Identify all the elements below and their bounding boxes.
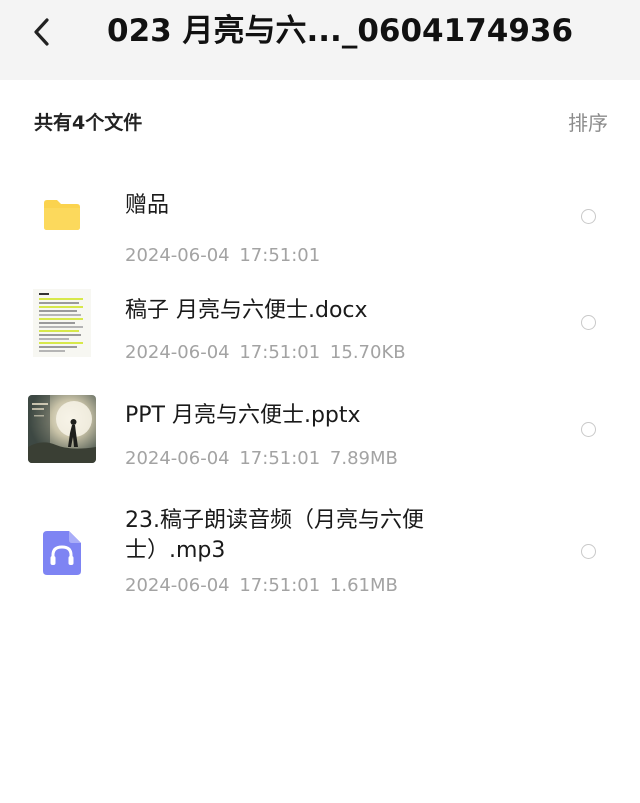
file-date: 2024-06-04 xyxy=(125,575,230,596)
file-meta: 2024-06-04 17:51:01 1.61MB xyxy=(125,574,398,598)
file-time: 17:51:01 xyxy=(239,575,321,596)
file-size: 7.89MB xyxy=(329,448,398,469)
top-bar: 023 月亮与六..._0604174936 xyxy=(0,0,640,80)
file-name: PPT 月亮与六便士.pptx xyxy=(125,403,361,428)
sort-button[interactable]: 排序 xyxy=(568,109,608,137)
file-date: 2024-06-04 xyxy=(125,245,230,266)
document-thumbnail xyxy=(28,289,96,357)
file-date: 2024-06-04 xyxy=(125,342,230,363)
select-radio[interactable] xyxy=(581,422,596,437)
list-item-mp3[interactable]: 23.稿子朗读音频（月亮与六便士）.mp3 2024-06-04 17:51:0… xyxy=(0,502,640,612)
file-time: 17:51:01 xyxy=(239,448,321,469)
presentation-thumbnail xyxy=(28,395,96,463)
file-time: 17:51:01 xyxy=(239,245,321,266)
file-size: 1.61MB xyxy=(329,575,398,596)
file-date: 2024-06-04 xyxy=(125,448,230,469)
select-radio[interactable] xyxy=(581,209,596,224)
file-name: 稿子 月亮与六便士.docx xyxy=(125,298,368,323)
file-meta: 2024-06-04 17:51:01 7.89MB xyxy=(125,447,398,471)
file-meta: 2024-06-04 17:51:01 15.70KB xyxy=(125,341,406,365)
file-browser-page: 023 月亮与六..._0604174936 共有4个文件 排序 赠品 2024… xyxy=(0,0,640,803)
file-count-label: 共有4个文件 xyxy=(34,112,143,134)
select-radio[interactable] xyxy=(581,544,596,559)
file-name: 赠品 xyxy=(125,193,170,218)
file-name: 23.稿子朗读音频（月亮与六便士）.mp3 xyxy=(125,508,424,563)
list-item-docx[interactable]: 稿子 月亮与六便士.docx 2024-06-04 17:51:01 15.70… xyxy=(0,285,640,385)
select-radio[interactable] xyxy=(581,315,596,330)
list-item-pptx[interactable]: PPT 月亮与六便士.pptx 2024-06-04 17:51:01 7.89… xyxy=(0,392,640,492)
list-item-folder[interactable]: 赠品 2024-06-04 17:51:01 xyxy=(0,180,640,280)
file-meta: 2024-06-04 17:51:01 xyxy=(125,244,320,268)
file-time: 17:51:01 xyxy=(239,342,321,363)
chevron-left-icon xyxy=(34,18,49,46)
audio-file-icon xyxy=(28,519,96,587)
file-size: 15.70KB xyxy=(329,342,406,363)
folder-icon xyxy=(28,180,96,248)
page-title: 023 月亮与六..._0604174936 xyxy=(107,13,574,49)
back-button[interactable] xyxy=(20,12,64,52)
